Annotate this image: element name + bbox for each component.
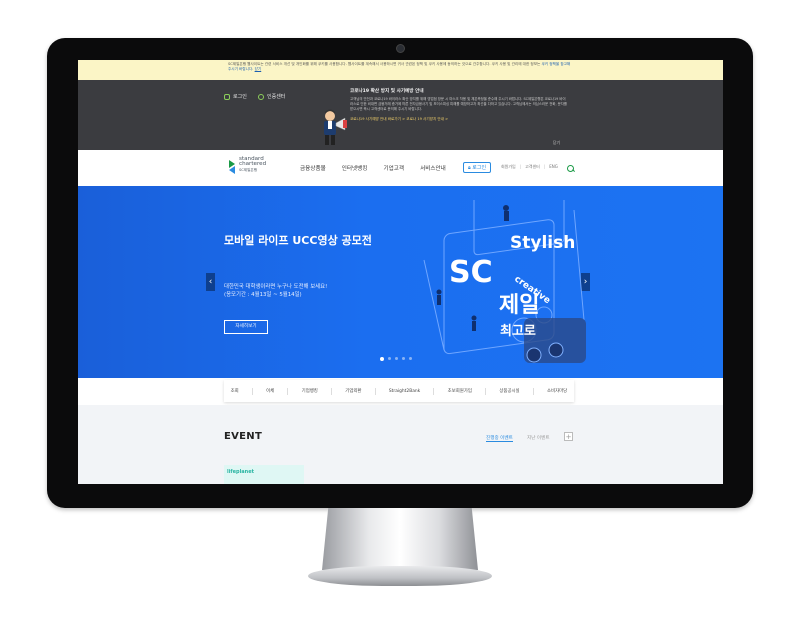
tab-past-events[interactable]: 지난 이벤트 <box>527 435 550 441</box>
webcam-icon <box>396 44 405 53</box>
header-login-button[interactable]: 🔒︎ 로그인 <box>463 162 492 173</box>
art-word-stylish: Stylish <box>510 233 575 253</box>
hero-dot-4[interactable] <box>402 357 405 360</box>
tab-ongoing-events[interactable]: 진행중 이벤트 <box>486 435 513 442</box>
quick-menu-corp-banking[interactable]: 기업뱅킹 <box>302 388 318 394</box>
announcer-illustration-icon <box>324 109 347 145</box>
nav-item-internet-banking[interactable]: 인터넷뱅킹 <box>342 164 368 172</box>
art-word-sc: SC <box>449 255 493 290</box>
hero-banner: ‹ › 모바일 라이프 UCC영상 공모전 대한민국 대학생이라면 누구나 도전… <box>78 186 723 378</box>
event-more-button[interactable]: + <box>564 432 573 441</box>
top-utility-bar: 로그인 인증센터 코로나19 확산 방지 및 사기예방 안내 고객님의 안전과 … <box>78 80 723 150</box>
hero-pagination <box>380 356 412 361</box>
monitor-stand-neck <box>322 508 478 570</box>
logo-line-3: SC제일은행 <box>239 167 258 172</box>
covid-notice: 코로나19 확산 방지 및 사기예방 안내 고객님의 안전과 코로나19 바이러… <box>350 88 568 122</box>
cookie-notice: SC제일은행 웹사이트는 관련 서비스 개선 및 개인화를 위해 쿠키를 사용합… <box>78 60 723 80</box>
cert-center-link[interactable]: 인증센터 <box>258 93 285 100</box>
quick-menu-consumer[interactable]: 소비자마당 <box>547 388 567 394</box>
lifeplanet-logo: lifeplanet <box>227 469 255 475</box>
site-header: standard chartered SC제일은행 금융상품몰 인터넷뱅킹 기업… <box>78 150 723 186</box>
quick-menu-straight2bank[interactable]: Straight2Bank <box>389 389 420 394</box>
quick-menu-divider <box>331 387 333 395</box>
event-section: EVENT 진행중 이벤트 지난 이벤트 + lifeplanet <box>78 405 723 484</box>
hero-dot-5[interactable] <box>409 357 412 360</box>
top-login-link[interactable]: 로그인 <box>224 93 247 100</box>
quick-menu-divider <box>251 387 253 395</box>
hero-dot-1[interactable] <box>380 356 384 361</box>
util-signup-link[interactable]: 회원가입 <box>501 164 516 170</box>
quick-menu-divider <box>433 387 435 395</box>
covid-notice-body: 고객님의 안전과 코로나19 바이러스 확산 방지를 위해 영업점 방문 시 마… <box>350 97 567 112</box>
event-heading: EVENT <box>224 431 263 442</box>
cookie-notice-close-link[interactable]: 닫기 <box>255 67 262 71</box>
art-word-jeil: 제일 <box>499 293 539 318</box>
hero-detail-button[interactable]: 자세히보기 <box>224 320 268 334</box>
util-separator: | <box>543 164 546 169</box>
sc-logo[interactable]: standard chartered SC제일은행 <box>228 156 288 181</box>
quick-menu-divider <box>287 387 289 395</box>
event-card[interactable]: lifeplanet <box>224 465 304 484</box>
main-nav: 금융상품몰 인터넷뱅킹 기업고객 서비스안내 <box>300 150 462 186</box>
quick-menu-transfer[interactable]: 이체 <box>266 388 274 394</box>
lock-icon <box>224 93 230 100</box>
screen: SC제일은행 웹사이트는 관련 서비스 개선 및 개인화를 위해 쿠키를 사용합… <box>78 60 723 484</box>
nav-item-corporate[interactable]: 기업고객 <box>383 164 404 172</box>
quick-menu-divider <box>485 387 487 395</box>
lock-icon: 🔒︎ <box>468 165 471 171</box>
quick-menu-divider <box>532 387 534 395</box>
hero-title: 모바일 라이프 UCC영상 공모전 <box>224 234 372 247</box>
sc-logo-mark-icon <box>229 160 235 174</box>
quick-menu-divider <box>374 387 376 395</box>
nav-item-products[interactable]: 금융상품몰 <box>300 164 326 172</box>
nav-item-services[interactable]: 서비스안내 <box>420 164 446 172</box>
cookie-notice-text-1: SC제일은행 웹사이트는 관련 서비스 개선 및 개인화를 위해 쿠키를 사용합… <box>228 62 541 66</box>
hero-dot-3[interactable] <box>395 357 398 360</box>
quick-menu-bar: 조회 이체 기업뱅킹 기업외환 Straight2Bank 초보회원가입 상품공… <box>224 380 574 402</box>
util-english-link[interactable]: ENG <box>549 164 558 170</box>
header-util-links: 회원가입 | 고객센터 | ENG <box>501 164 558 170</box>
quick-menu-disclosure[interactable]: 상품공시실 <box>499 388 519 394</box>
hero-subtitle: 대한민국 대학생이라면 누구나 도전해 보세요! (응모기간 : 4월13일 ~… <box>224 283 384 299</box>
cert-center-label: 인증센터 <box>267 94 286 100</box>
header-login-label: 로그인 <box>472 165 487 171</box>
quick-menu-corp-fx[interactable]: 기업외환 <box>345 388 361 394</box>
util-support-link[interactable]: 고객센터 <box>525 164 540 170</box>
cookie-notice-text: SC제일은행 웹사이트는 관련 서비스 개선 및 개인화를 위해 쿠키를 사용합… <box>228 62 573 72</box>
hero-phone-illustration: Stylish SC creative 제일 최고로 <box>423 200 586 363</box>
hero-prev-arrow[interactable]: ‹ <box>206 273 215 291</box>
logo-wordmark: standard chartered SC제일은행 <box>239 156 266 173</box>
covid-notice-link[interactable]: 코로나19 사기예방 안내 바로가기 > 코로나 19 사기방지 안내 > <box>350 117 568 122</box>
quick-menu-signup[interactable]: 초보회원가입 <box>448 388 472 394</box>
quick-menu-inquiry[interactable]: 조회 <box>231 388 239 394</box>
top-login-label: 로그인 <box>233 94 247 100</box>
hero-subtitle-line-2: (응모기간 : 4월13일 ~ 5월14일) <box>224 292 302 298</box>
hero-dot-2[interactable] <box>388 357 391 360</box>
shield-icon <box>258 93 264 100</box>
hero-subtitle-line-1: 대한민국 대학생이라면 누구나 도전해 보세요! <box>224 284 328 290</box>
util-separator: | <box>519 164 522 169</box>
covid-notice-close-button[interactable]: 닫기 <box>553 140 560 146</box>
art-word-choigo: 최고로 <box>500 324 536 339</box>
monitor-stand-base <box>308 566 492 586</box>
covid-notice-title: 코로나19 확산 방지 및 사기예방 안내 <box>350 89 424 94</box>
search-icon[interactable] <box>567 165 574 172</box>
